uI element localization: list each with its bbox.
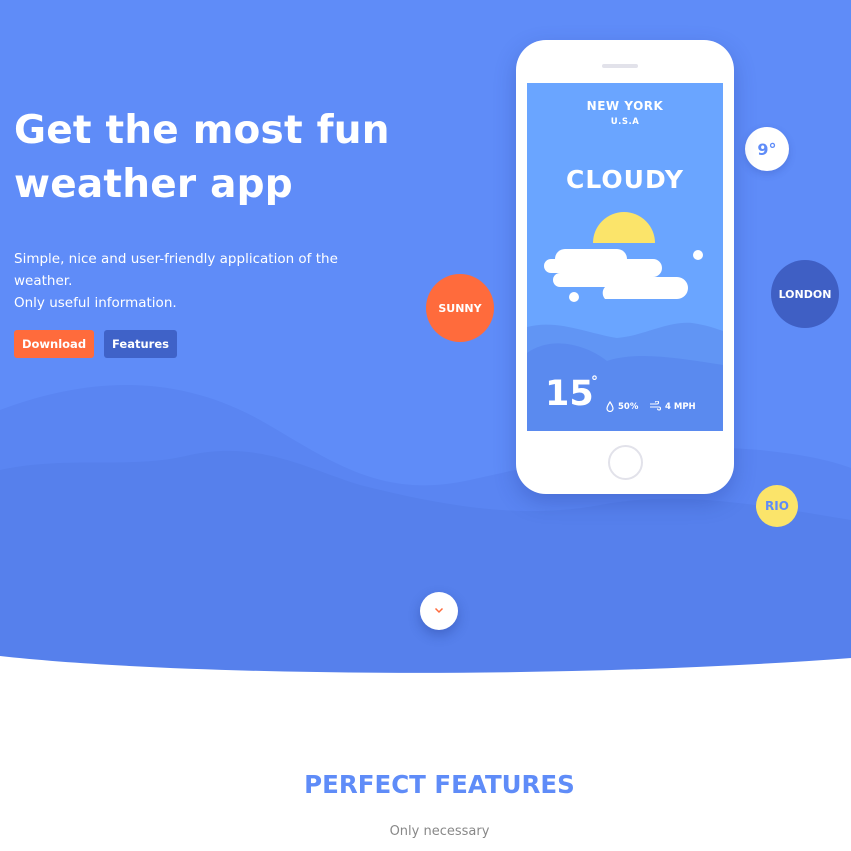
phone-speaker [602,64,638,68]
headline-line-2: weather app [14,162,293,207]
scroll-down-button[interactable] [420,592,458,630]
hero-headline: Get the most fun weather app [14,104,414,212]
city-bubble-rio: RIO [756,485,798,527]
wind-value: 4 MPH [665,402,696,412]
temperature-bubble: 9° [745,127,789,171]
phone-condition: CLOUDY [566,165,684,194]
city-bubble-sunny: SUNNY [426,274,494,342]
phone-screen: NEW YORK U.S.A CLOUDY 15 ° 50% 4 MPH [527,83,723,431]
features-section-title: PERFECT FEATURES [304,770,575,799]
wind-icon [650,401,661,411]
phone-temperature: 15 [545,374,594,414]
phone-wind: 4 MPH [649,400,709,414]
phone-mockup: NEW YORK U.S.A CLOUDY 15 ° 50% 4 MPH [516,40,734,494]
city-bubble-london: LONDON [771,260,839,328]
features-section-subtitle: Only necessary [389,824,490,839]
phone-humidity: 50% [606,400,646,414]
chevron-down-icon [434,607,444,614]
phone-home-button [608,445,643,480]
droplet-icon [606,401,614,412]
hero-subtext: Simple, nice and user-friendly applicati… [14,248,394,314]
subtext-line-1: Simple, nice and user-friendly applicati… [14,251,338,289]
phone-degree-symbol: ° [591,374,598,390]
headline-line-1: Get the most fun [14,108,390,153]
phone-city: NEW YORK [586,99,664,113]
humidity-value: 50% [618,402,639,412]
phone-country: U.S.A [610,117,640,127]
subtext-line-2: Only useful information. [14,295,177,311]
features-button[interactable]: Features [104,330,177,358]
download-button[interactable]: Download [14,330,94,358]
hero-section: Get the most fun weather app Simple, nic… [0,0,851,680]
